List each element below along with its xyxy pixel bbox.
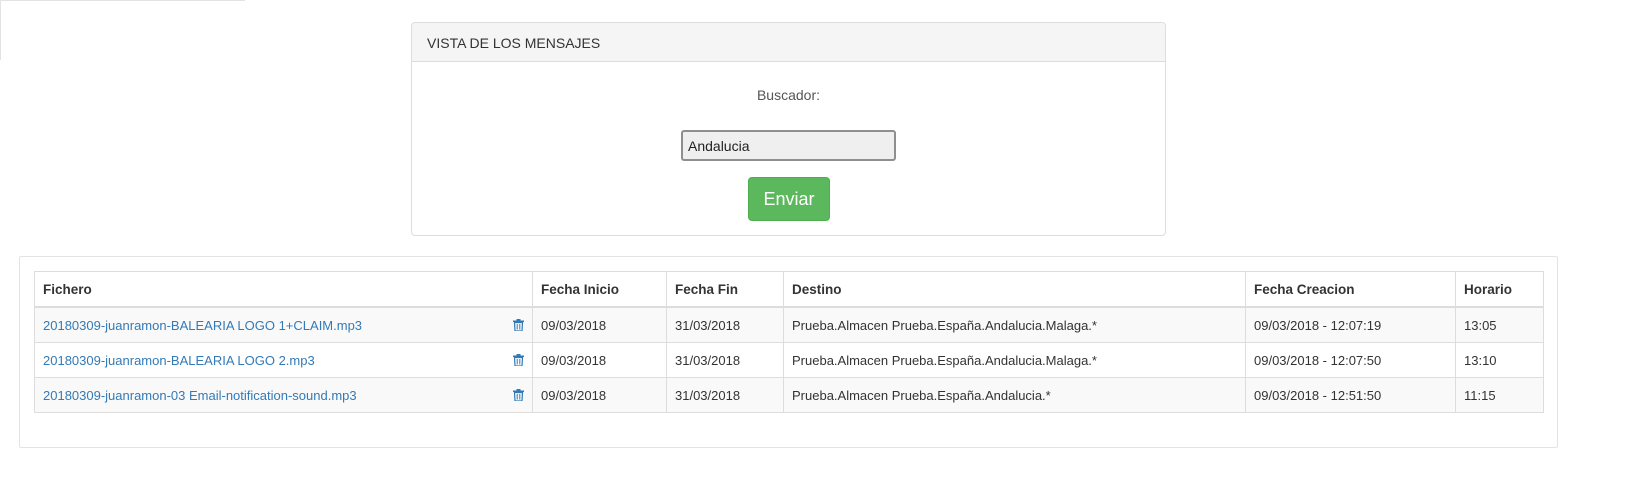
schedule-cell: 13:10 — [1455, 342, 1544, 378]
start-date-cell: 09/03/2018 — [532, 377, 667, 413]
table-row: 20180309-juanramon-03 Email-notification… — [34, 377, 1544, 413]
destination-cell: Prueba.Almacen Prueba.España.Andalucia.M… — [783, 306, 1246, 343]
created-cell: 09/03/2018 - 12:51:50 — [1245, 377, 1456, 413]
messages-view-panel: VISTA DE LOS MENSAJES Buscador: Enviar — [411, 22, 1166, 236]
file-cell: 20180309-juanramon-03 Email-notification… — [34, 377, 533, 413]
file-cell: 20180309-juanramon-BALEARIA LOGO 1+CLAIM… — [34, 306, 533, 343]
column-header-destination: Destino — [783, 271, 1246, 308]
trash-icon[interactable] — [513, 354, 524, 366]
table-row: 20180309-juanramon-BALEARIA LOGO 1+CLAIM… — [34, 306, 1544, 343]
send-button[interactable]: Enviar — [748, 177, 830, 221]
column-header-file: Fichero — [34, 271, 533, 308]
search-input[interactable] — [681, 130, 896, 161]
end-date-cell: 31/03/2018 — [666, 377, 784, 413]
start-date-cell: 09/03/2018 — [532, 342, 667, 378]
trash-icon[interactable] — [513, 319, 524, 331]
column-header-created: Fecha Creacion — [1245, 271, 1456, 308]
column-header-schedule: Horario — [1455, 271, 1544, 308]
destination-cell: Prueba.Almacen Prueba.España.Andalucia.M… — [783, 342, 1246, 378]
column-header-end-date: Fecha Fin — [666, 271, 784, 308]
end-date-cell: 31/03/2018 — [666, 306, 784, 343]
schedule-cell: 11:15 — [1455, 377, 1544, 413]
trash-icon[interactable] — [513, 389, 524, 401]
table-header-row: Fichero Fecha Inicio Fecha Fin Destino F… — [34, 271, 1544, 308]
end-date-cell: 31/03/2018 — [666, 342, 784, 378]
panel-title: VISTA DE LOS MENSAJES — [412, 23, 1165, 62]
file-cell: 20180309-juanramon-BALEARIA LOGO 2.mp3 — [34, 342, 533, 378]
table-row: 20180309-juanramon-BALEARIA LOGO 2.mp3 0… — [34, 342, 1544, 378]
destination-cell: Prueba.Almacen Prueba.España.Andalucia.* — [783, 377, 1246, 413]
schedule-cell: 13:05 — [1455, 306, 1544, 343]
file-link[interactable]: 20180309-juanramon-03 Email-notification… — [43, 388, 357, 403]
file-link[interactable]: 20180309-juanramon-BALEARIA LOGO 1+CLAIM… — [43, 318, 362, 333]
created-cell: 09/03/2018 - 12:07:50 — [1245, 342, 1456, 378]
search-label: Buscador: — [756, 87, 821, 103]
start-date-cell: 09/03/2018 — [532, 306, 667, 343]
created-cell: 09/03/2018 - 12:07:19 — [1245, 306, 1456, 343]
column-header-start-date: Fecha Inicio — [532, 271, 667, 308]
corner-frame — [0, 0, 245, 60]
file-link[interactable]: 20180309-juanramon-BALEARIA LOGO 2.mp3 — [43, 353, 315, 368]
messages-table: Fichero Fecha Inicio Fecha Fin Destino F… — [34, 271, 1544, 413]
